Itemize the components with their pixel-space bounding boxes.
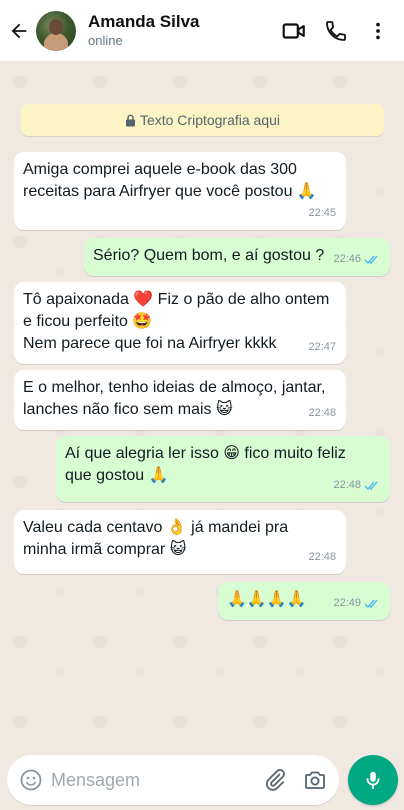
read-ticks-icon bbox=[364, 480, 380, 491]
more-options-button[interactable] bbox=[360, 13, 396, 49]
emoji-icon bbox=[20, 769, 42, 791]
lock-icon bbox=[125, 114, 136, 127]
microphone-icon bbox=[366, 771, 380, 790]
message-incoming[interactable]: Tô apaixonada ❤️ Fiz o pão de alho ontem… bbox=[14, 282, 346, 364]
message-outgoing[interactable]: 🙏🙏🙏🙏 22:49 bbox=[218, 582, 390, 620]
message-time: 22:45 bbox=[308, 207, 336, 219]
contact-status: online bbox=[88, 32, 123, 48]
message-input[interactable] bbox=[51, 769, 251, 791]
message-text: Amiga comprei aquele e-book das 300 rece… bbox=[23, 161, 317, 200]
message-time: 22:48 bbox=[333, 479, 361, 491]
voice-record-button[interactable] bbox=[348, 755, 398, 805]
back-arrow-icon bbox=[11, 23, 27, 38]
message-time: 22:47 bbox=[308, 341, 336, 353]
back-button[interactable] bbox=[2, 0, 36, 62]
message-outgoing[interactable]: Aí que alegria ler isso 😁 fico muito fel… bbox=[56, 436, 390, 502]
voice-call-button[interactable] bbox=[318, 13, 354, 49]
attach-button[interactable] bbox=[263, 768, 287, 792]
avatar[interactable] bbox=[36, 10, 76, 51]
contact-name: Amanda Silva bbox=[88, 11, 200, 31]
message-outgoing[interactable]: Sério? Quem bom, e aí gostou ? 22:46 bbox=[84, 238, 390, 276]
more-options-icon bbox=[376, 22, 380, 39]
message-time: 22:49 bbox=[333, 597, 361, 609]
message-incoming[interactable]: Valeu cada centavo 👌 já mandei pra minha… bbox=[14, 510, 346, 574]
read-ticks-icon bbox=[364, 598, 380, 609]
video-call-icon bbox=[282, 22, 305, 39]
chat-header: Amanda Silva online bbox=[0, 0, 404, 62]
message-text: E o melhor, tenho ideias de almoço, jant… bbox=[23, 379, 326, 418]
chat-area[interactable]: Texto Criptografia aqui Amiga comprei aq… bbox=[0, 62, 404, 742]
video-call-button[interactable] bbox=[276, 13, 312, 49]
read-ticks-icon bbox=[364, 254, 380, 265]
message-time: 22:48 bbox=[308, 551, 336, 563]
paperclip-icon bbox=[266, 769, 285, 791]
message-incoming[interactable]: Amiga comprei aquele e-book das 300 rece… bbox=[14, 152, 346, 230]
contact-info[interactable]: Amanda Silva online bbox=[88, 12, 276, 50]
camera-icon bbox=[305, 771, 325, 789]
message-field[interactable] bbox=[7, 755, 339, 805]
voice-call-icon bbox=[326, 20, 346, 41]
encryption-notice[interactable]: Texto Criptografia aqui bbox=[21, 104, 384, 136]
message-time: 22:48 bbox=[308, 407, 336, 419]
message-time: 22:46 bbox=[333, 253, 361, 265]
camera-button[interactable] bbox=[303, 768, 327, 792]
message-incoming[interactable]: E o melhor, tenho ideias de almoço, jant… bbox=[14, 370, 346, 430]
message-text: Tô apaixonada ❤️ Fiz o pão de alho ontem… bbox=[23, 291, 330, 352]
compose-bar bbox=[0, 742, 404, 810]
emoji-button[interactable] bbox=[19, 768, 43, 792]
encryption-notice-text: Texto Criptografia aqui bbox=[139, 112, 281, 128]
message-text: Valeu cada centavo 👌 já mandei pra minha… bbox=[23, 519, 289, 558]
